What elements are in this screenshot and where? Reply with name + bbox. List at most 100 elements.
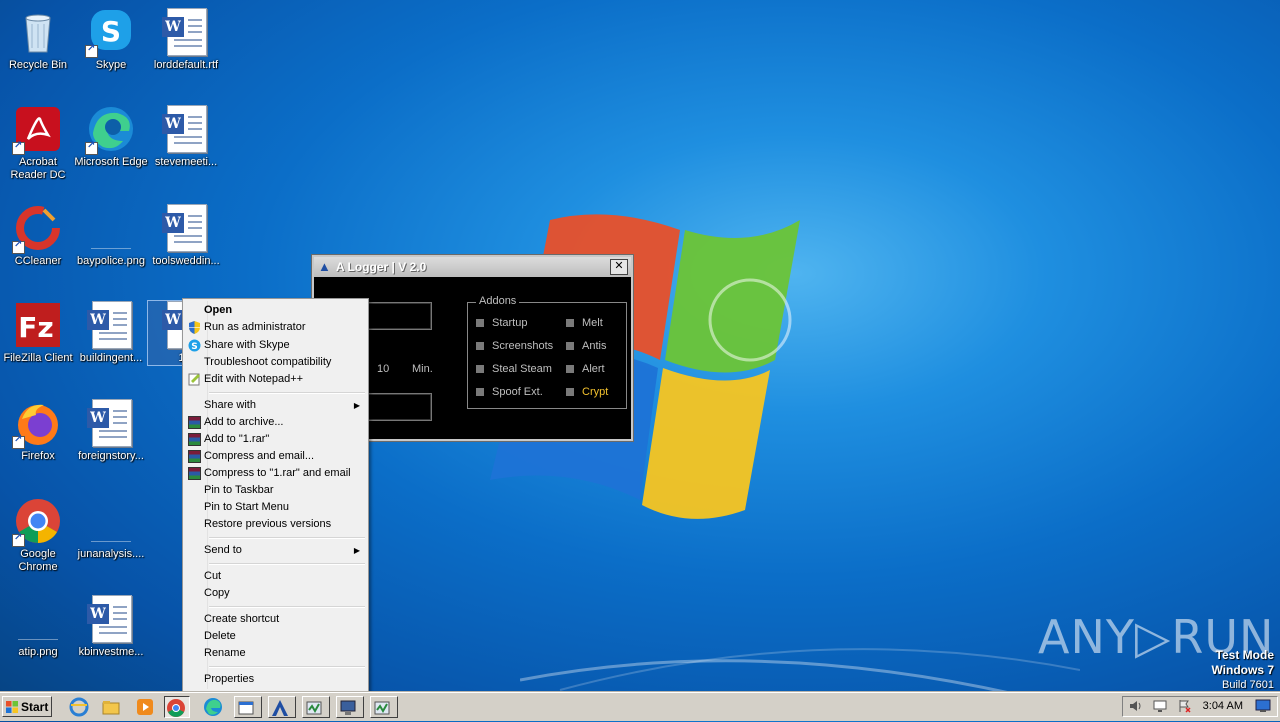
desktop-icon-chrome[interactable]: Google Chrome <box>0 497 76 574</box>
menu-item-edit-notepadpp[interactable]: Edit with Notepad++ <box>185 371 366 388</box>
ie-icon[interactable] <box>68 696 94 718</box>
firefox-icon <box>12 399 62 449</box>
menu-item-add-archive[interactable]: Add to archive... <box>185 414 366 431</box>
svg-text:S: S <box>101 15 121 48</box>
uac-shield-icon <box>189 321 200 334</box>
desktop-icon-label: atip.png <box>18 646 58 658</box>
menu-item-copy[interactable]: Copy <box>185 585 366 602</box>
menu-separator <box>209 666 365 668</box>
explorer-icon[interactable] <box>100 696 126 718</box>
app-icon[interactable] <box>302 696 330 718</box>
menu-item-add-rar[interactable]: Add to "1.rar" <box>185 431 366 448</box>
menu-item-share-with[interactable]: Share with ▶ <box>185 397 366 414</box>
addon-label: Antis <box>582 340 607 352</box>
menu-item-restore-versions[interactable]: Restore previous versions <box>185 516 366 533</box>
menu-item-create-shortcut[interactable]: Create shortcut <box>185 611 366 628</box>
desktop-icon-stevemeeti[interactable]: W stevemeeti... <box>148 105 224 169</box>
addon-crypt-checkbox[interactable]: Crypt <box>566 386 608 398</box>
addon-steal-steam-checkbox[interactable]: Steal Steam <box>476 363 552 375</box>
app-icon-2[interactable] <box>370 696 398 718</box>
desktop-icon-label: CCleaner <box>14 255 62 267</box>
menu-item-troubleshoot[interactable]: Troubleshoot compatibility <box>185 354 366 371</box>
desktop-icon-acrobat[interactable]: Acrobat Reader DC <box>0 105 76 182</box>
addon-melt-checkbox[interactable]: Melt <box>566 317 603 329</box>
menu-item-send-to[interactable]: Send to ▶ <box>185 542 366 559</box>
addon-label: Alert <box>582 363 605 375</box>
desktop-icon-kbinvestme[interactable]: W kbinvestme... <box>73 595 149 659</box>
close-button[interactable]: ✕ <box>610 259 628 275</box>
chrome-icon[interactable] <box>164 696 190 718</box>
desktop-icon-label: Recycle Bin <box>8 59 68 71</box>
menu-item-compress-rar-email[interactable]: Compress to "1.rar" and email <box>185 465 366 482</box>
winrar-icon <box>188 450 201 463</box>
flag-tray-icon[interactable] <box>1177 699 1191 716</box>
volume-icon[interactable] <box>1129 699 1143 716</box>
desktop-icon-toolsweddin[interactable]: W toolsweddin... <box>148 204 224 268</box>
clock[interactable]: 3:04 AM <box>1203 697 1243 716</box>
desktop-icon-filezilla[interactable]: Fz FileZilla Client <box>0 301 76 365</box>
svg-text:S: S <box>191 342 197 352</box>
context-menu: Open Run as administrator S Share with S… <box>182 298 369 692</box>
menu-item-share-skype[interactable]: S Share with Skype <box>185 337 366 354</box>
window-title-bar[interactable]: ▲ A Logger | V 2.0 ✕ <box>314 257 631 277</box>
edge-icon[interactable] <box>202 696 228 718</box>
desktop-icon-foreignstory[interactable]: W foreignstory... <box>73 399 149 463</box>
show-desktop-icon[interactable] <box>1255 699 1271 716</box>
desktop-icon-label: foreignstory... <box>78 450 144 462</box>
desktop-icon-label: lorddefault.rtf <box>153 59 219 71</box>
addon-label: Crypt <box>582 386 609 398</box>
window-title: A Logger | V 2.0 <box>336 260 427 274</box>
menu-item-rename[interactable]: Rename <box>185 645 366 662</box>
interval-input[interactable]: 10 <box>377 363 389 375</box>
menu-item-properties[interactable]: Properties <box>185 671 366 688</box>
desktop-icon-label: FileZilla Client <box>3 352 73 364</box>
addon-alert-checkbox[interactable]: Alert <box>566 363 605 375</box>
winrar-icon <box>188 433 201 446</box>
desktop-icon-edge[interactable]: Microsoft Edge <box>73 105 149 169</box>
desktop-icon-label: Skype <box>95 59 127 71</box>
desktop-icon-buildingent[interactable]: W buildingent... <box>73 301 149 365</box>
desktop-icon-label: buildingent... <box>79 352 143 364</box>
desktop-icon-skype[interactable]: S Skype <box>73 8 149 72</box>
start-button[interactable]: Start <box>2 696 52 717</box>
addon-antis-checkbox[interactable]: Antis <box>566 340 606 352</box>
menu-item-pin-taskbar[interactable]: Pin to Taskbar <box>185 482 366 499</box>
winrar-icon <box>188 467 201 480</box>
network-tray-icon[interactable] <box>1153 699 1167 716</box>
desktop-icon-junanalysis[interactable]: junanalysis.... <box>73 497 149 561</box>
menu-item-open[interactable]: Open <box>185 302 366 319</box>
desktop-icon-ccleaner[interactable]: CCleaner <box>0 204 76 268</box>
image-file-icon <box>14 595 62 643</box>
desktop-icon-atip[interactable]: atip.png <box>0 595 76 659</box>
addon-screenshots-checkbox[interactable]: Screenshots <box>476 340 553 352</box>
addon-label: Spoof Ext. <box>492 386 543 398</box>
desktop-icon-recycle-bin[interactable]: Recycle Bin <box>0 8 76 72</box>
menu-item-compress-email[interactable]: Compress and email... <box>185 448 366 465</box>
menu-item-pin-start[interactable]: Pin to Start Menu <box>185 499 366 516</box>
menu-item-run-as-admin[interactable]: Run as administrator <box>185 319 366 336</box>
test-mode-line2: Windows 7 <box>1211 663 1274 677</box>
addon-spoof-ext-checkbox[interactable]: Spoof Ext. <box>476 386 543 398</box>
desktop-icon-label: kbinvestme... <box>78 646 144 658</box>
word-document-icon: W <box>87 595 135 643</box>
network-icon[interactable] <box>336 696 364 718</box>
interval-unit: Min. <box>412 363 433 375</box>
addon-label: Melt <box>582 317 603 329</box>
notepadpp-icon <box>188 373 200 386</box>
menu-separator <box>209 537 365 539</box>
filezilla-icon: Fz <box>14 301 62 349</box>
media-player-icon[interactable] <box>134 696 160 718</box>
skype-icon: S <box>188 339 201 352</box>
menu-separator <box>209 392 365 394</box>
a-logger-icon[interactable] <box>268 696 296 718</box>
desktop-icon-baypolice[interactable]: baypolice.png <box>73 204 149 268</box>
desktop-icon-firefox[interactable]: Firefox <box>0 399 76 463</box>
desktop-icon-label: Microsoft Edge <box>74 156 148 168</box>
menu-item-cut[interactable]: Cut <box>185 568 366 585</box>
desktop-icon-label: baypolice.png <box>77 255 145 267</box>
menu-item-delete[interactable]: Delete <box>185 628 366 645</box>
window-icon[interactable] <box>234 696 262 718</box>
test-mode-line3: Build 7601 <box>1222 679 1274 691</box>
desktop-icon-lorddefault[interactable]: W lorddefault.rtf <box>148 8 224 72</box>
addon-startup-checkbox[interactable]: Startup <box>476 317 527 329</box>
